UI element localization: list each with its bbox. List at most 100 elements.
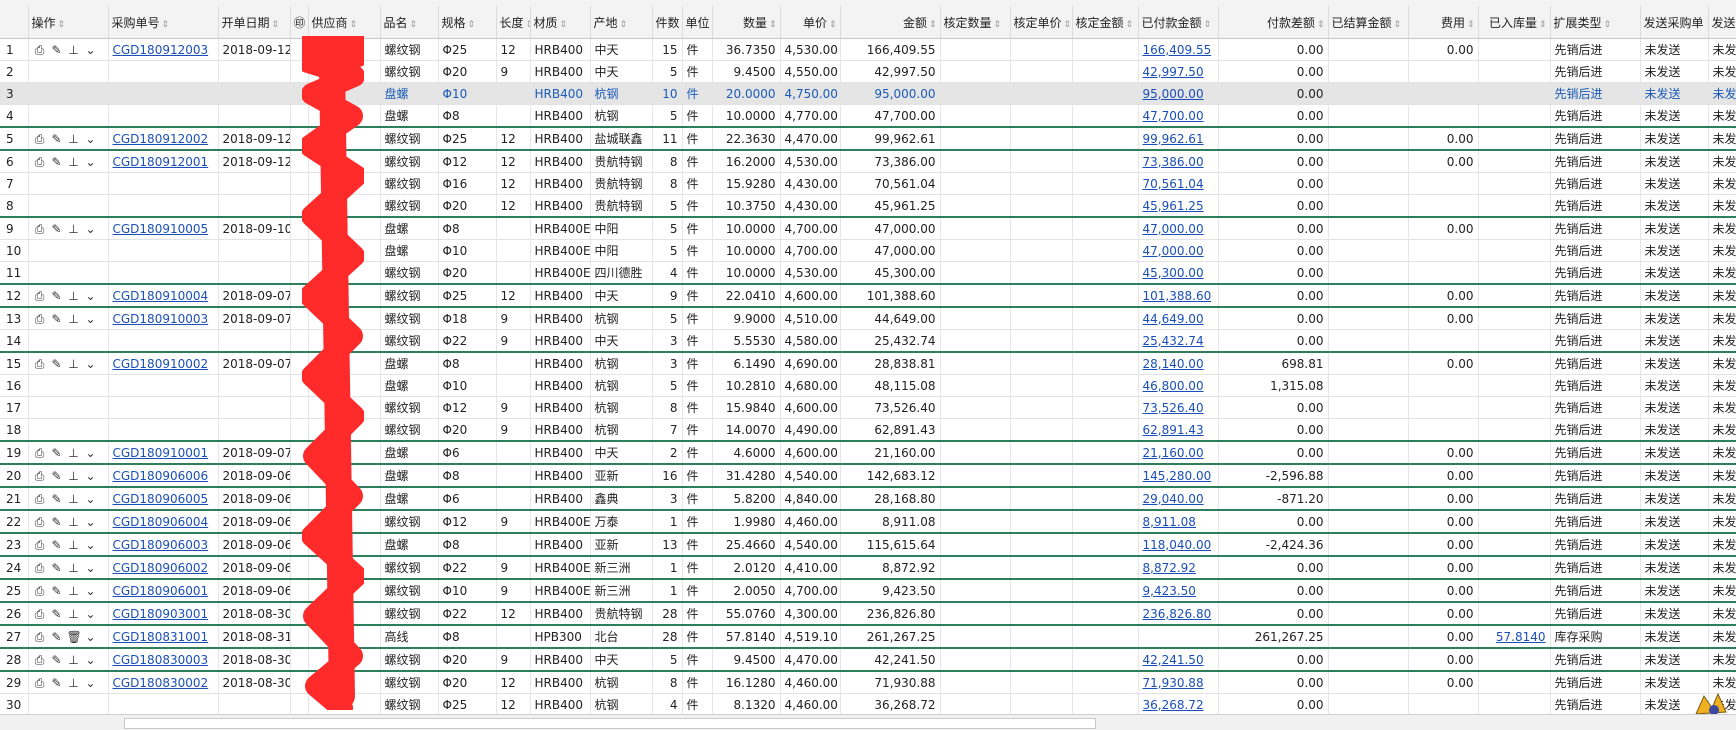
edit-icon[interactable]: ✎ — [50, 155, 64, 169]
table-row[interactable]: 3盘螺Φ10HRB400杭钢10件20.00004,750.0095,000.0… — [0, 83, 1736, 105]
approve-icon[interactable]: ⊥ — [67, 584, 81, 598]
sort-arrows-icon[interactable]: ⇕ — [272, 20, 280, 30]
table-row[interactable]: 18螺纹钢Φ209HRB400杭钢7件14.00704,490.0062,891… — [0, 419, 1736, 442]
edit-icon[interactable]: ✎ — [50, 132, 64, 146]
column-header-3[interactable]: 开单日期⇕ — [218, 6, 290, 39]
more-icon[interactable]: ⌄ — [84, 132, 98, 146]
table-row[interactable]: 27⎙✎🗑⌄CGD1808310012018-08-31高线Φ8HPB300北台… — [0, 625, 1736, 648]
paid-amount-link[interactable]: 25,432.74 — [1143, 334, 1204, 348]
more-icon[interactable]: ⌄ — [84, 312, 98, 326]
paid-amount-link[interactable]: 36,268.72 — [1143, 698, 1204, 712]
edit-icon[interactable]: ✎ — [50, 446, 64, 460]
order-number-link[interactable]: CGD180910004 — [113, 289, 209, 303]
paid-amount-link[interactable]: 73,386.00 — [1143, 155, 1204, 169]
print-icon[interactable]: ⎙ — [33, 561, 47, 575]
paid-amount-link[interactable]: 70,561.04 — [1143, 177, 1204, 191]
approve-icon[interactable]: ⊥ — [67, 43, 81, 57]
sort-arrows-icon[interactable]: ⇕ — [1539, 20, 1547, 30]
column-header-15[interactable]: 金额⇕ — [840, 6, 940, 39]
column-header-9[interactable]: 材质⇕ — [530, 6, 590, 39]
sort-arrows-icon[interactable]: ⇕ — [58, 20, 66, 30]
table-row[interactable]: 10盘螺Φ10HRB400E中阳5件10.00004,700.0047,000.… — [0, 240, 1736, 262]
more-icon[interactable]: ⌄ — [84, 676, 98, 690]
print-icon[interactable]: ⎙ — [33, 357, 47, 371]
order-number-link[interactable]: CGD180830002 — [113, 676, 209, 690]
paid-amount-link[interactable]: 45,300.00 — [1143, 266, 1204, 280]
edit-icon[interactable]: ✎ — [50, 584, 64, 598]
print-icon[interactable]: ⎙ — [33, 43, 47, 57]
column-header-21[interactable]: 已结算金额⇕ — [1328, 6, 1408, 39]
sort-arrows-icon[interactable]: ⇕ — [560, 20, 568, 30]
sort-arrows-icon[interactable]: ⇕ — [1317, 20, 1325, 30]
more-icon[interactable]: ⌄ — [84, 469, 98, 483]
order-number-link[interactable]: CGD180906002 — [113, 561, 209, 575]
paid-amount-link[interactable]: 21,160.00 — [1143, 446, 1204, 460]
approve-icon[interactable]: ⊥ — [67, 492, 81, 506]
column-header-1[interactable]: 操作⇕ — [28, 6, 108, 39]
sort-arrows-icon[interactable]: ⇕ — [526, 20, 530, 30]
print-icon[interactable]: ⎙ — [33, 515, 47, 529]
table-row[interactable]: 15⎙✎⊥⌄CGD1809100022018-09-07盘螺Φ8HRB400杭钢… — [0, 352, 1736, 375]
sort-arrows-icon[interactable]: ⇕ — [410, 20, 418, 30]
order-number-link[interactable]: CGD180906006 — [113, 469, 209, 483]
sort-arrows-icon[interactable]: ⇕ — [769, 20, 777, 30]
print-icon[interactable]: ⎙ — [33, 312, 47, 326]
approve-icon[interactable]: ⊥ — [67, 676, 81, 690]
edit-icon[interactable]: ✎ — [50, 289, 64, 303]
approve-icon[interactable]: ⊥ — [67, 446, 81, 460]
paid-amount-link[interactable]: 62,891.43 — [1143, 423, 1204, 437]
sort-arrows-icon[interactable]: ⇕ — [162, 20, 170, 30]
approve-icon[interactable]: ⊥ — [67, 289, 81, 303]
more-icon[interactable]: ⌄ — [84, 222, 98, 236]
order-number-link[interactable]: CGD180912001 — [113, 155, 209, 169]
sort-arrows-icon[interactable]: ⇕ — [1467, 20, 1475, 30]
print-icon[interactable]: ⎙ — [33, 492, 47, 506]
delete-icon[interactable]: 🗑 — [67, 630, 81, 644]
sort-arrows-icon[interactable]: ⇕ — [350, 20, 358, 30]
order-number-link[interactable]: CGD180910001 — [113, 446, 209, 460]
paid-amount-link[interactable]: 145,280.00 — [1143, 469, 1212, 483]
more-icon[interactable]: ⌄ — [84, 653, 98, 667]
approve-icon[interactable]: ⊥ — [67, 155, 81, 169]
paid-amount-link[interactable]: 101,388.60 — [1143, 289, 1212, 303]
order-number-link[interactable]: CGD180910002 — [113, 357, 209, 371]
paid-amount-link[interactable]: 47,700.00 — [1143, 109, 1204, 123]
paid-amount-link[interactable]: 71,930.88 — [1143, 676, 1204, 690]
column-header-24[interactable]: 扩展类型⇕ — [1550, 6, 1640, 39]
column-header-18[interactable]: 核定金额⇕ — [1072, 6, 1138, 39]
table-row[interactable]: 30螺纹钢Φ2512HRB400杭钢4件8.13204,460.0036,268… — [0, 694, 1736, 715]
print-icon[interactable]: ⎙ — [33, 132, 47, 146]
more-icon[interactable]: ⌄ — [84, 630, 98, 644]
table-row[interactable]: 5⎙✎⊥⌄CGD1809120022018-09-12螺纹钢Φ2512HRB40… — [0, 127, 1736, 150]
print-icon[interactable]: ⎙ — [33, 289, 47, 303]
edit-icon[interactable]: ✎ — [50, 630, 64, 644]
column-header-23[interactable]: 已入库量⇕ — [1478, 6, 1550, 39]
order-number-link[interactable]: CGD180830003 — [113, 653, 209, 667]
table-row[interactable]: 4盘螺Φ8HRB400杭钢5件10.00004,770.0047,700.004… — [0, 105, 1736, 128]
edit-icon[interactable]: ✎ — [50, 312, 64, 326]
print-icon[interactable]: ⎙ — [33, 222, 47, 236]
approve-icon[interactable]: ⊥ — [67, 132, 81, 146]
more-icon[interactable]: ⌄ — [84, 538, 98, 552]
column-header-14[interactable]: 单价⇕ — [780, 6, 840, 39]
table-row[interactable]: 9⎙✎⊥⌄CGD1809100052018-09-10盘螺Φ8HRB400E中阳… — [0, 217, 1736, 240]
print-icon[interactable]: ⎙ — [33, 469, 47, 483]
paid-amount-link[interactable]: 28,140.00 — [1143, 357, 1204, 371]
scrollbar-thumb[interactable] — [124, 718, 1096, 729]
paid-amount-link[interactable]: 46,800.00 — [1143, 379, 1204, 393]
table-row[interactable]: 16盘螺Φ10HRB400杭钢5件10.28104,680.0048,115.0… — [0, 375, 1736, 397]
paid-amount-link[interactable]: 8,872.92 — [1143, 561, 1196, 575]
print-icon[interactable]: ⎙ — [33, 155, 47, 169]
paid-amount-link[interactable]: 44,649.00 — [1143, 312, 1204, 326]
column-header-4[interactable]: ㊞ — [290, 6, 308, 39]
column-header-12[interactable]: 单位⇕ — [682, 6, 712, 39]
order-number-link[interactable]: CGD180906003 — [113, 538, 209, 552]
column-header-8[interactable]: 长度⇕ — [496, 6, 530, 39]
edit-icon[interactable]: ✎ — [50, 469, 64, 483]
sort-arrows-icon[interactable]: ⇕ — [620, 20, 628, 30]
paid-amount-link[interactable]: 42,241.50 — [1143, 653, 1204, 667]
paid-amount-link[interactable]: 45,961.25 — [1143, 199, 1204, 213]
table-row[interactable]: 26⎙✎⊥⌄CGD1809030012018-08-30螺纹钢Φ2212HRB4… — [0, 602, 1736, 625]
print-icon[interactable]: ⎙ — [33, 584, 47, 598]
paid-amount-link[interactable]: 47,000.00 — [1143, 244, 1204, 258]
